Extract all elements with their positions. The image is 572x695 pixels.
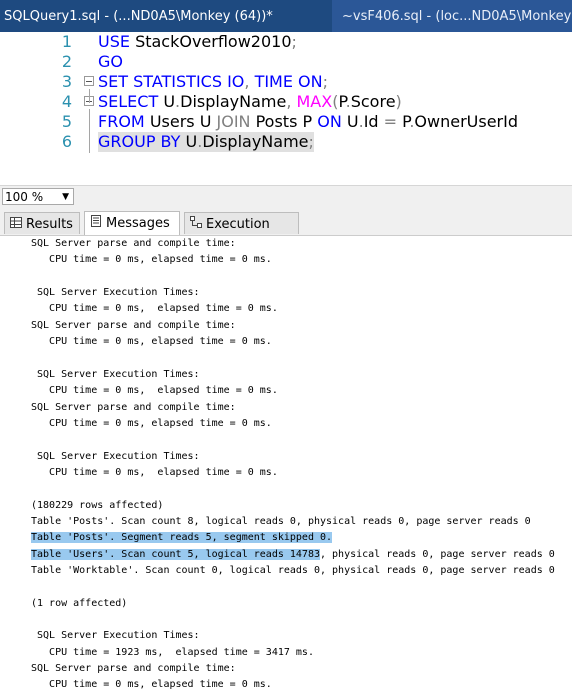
message-text: , physical reads 0, page server reads 0 xyxy=(319,548,555,560)
chevron-down-icon: ▼ xyxy=(62,192,69,202)
message-line: CPU time = 0 ms, elapsed time = 0 ms. xyxy=(31,254,272,266)
tab-messages[interactable]: Messages xyxy=(84,211,180,235)
code-text: USE StackOverflow2010; xyxy=(98,32,297,52)
selected-text: Table 'Posts'. Segment reads 5, segment … xyxy=(31,532,333,544)
code-text: FROM Users U JOIN Posts P ON U.Id = P.Ow… xyxy=(98,112,518,132)
message-line: CPU time = 0 ms, elapsed time = 0 ms. xyxy=(31,679,272,691)
code-token: , xyxy=(244,72,255,91)
code-token: MAX xyxy=(296,92,333,111)
line-number: 3 xyxy=(61,72,72,91)
line-number: 2 xyxy=(61,52,72,71)
grid-icon xyxy=(9,213,23,235)
messages-icon xyxy=(89,212,103,234)
code-token: U xyxy=(346,112,359,131)
zoom-select[interactable]: 100 % ▼ xyxy=(2,188,74,205)
tab-execution-plan[interactable]: Execution plan xyxy=(184,212,299,254)
code-token: SET STATISTICS IO xyxy=(98,72,245,91)
code-token: U xyxy=(185,132,198,151)
code-token: , xyxy=(286,92,297,111)
message-line: Table 'Worktable'. Scan count 0, logical… xyxy=(31,565,555,576)
message-line: SQL Server Execution Times: xyxy=(31,287,200,299)
code-token: FROM xyxy=(98,112,150,131)
message-line: Table 'Users'. Scan count 5, logical rea… xyxy=(31,547,555,563)
message-line: SQL Server parse and compile time: xyxy=(31,663,242,675)
message-line: Table 'Posts'. Scan count 8, logical rea… xyxy=(31,515,531,527)
code-line[interactable]: 4 SELECT U.DisplayName, MAX(P.Score) xyxy=(0,92,572,112)
message-line: CPU time = 0 ms, elapsed time = 0 ms. xyxy=(31,336,272,348)
line-number: 5 xyxy=(61,112,72,131)
tab-vsf406[interactable]: ~vsF406.sql - (loc...ND0A5\Monkey xyxy=(328,0,572,32)
message-line: SQL Server parse and compile time: xyxy=(31,401,242,413)
code-token: ON xyxy=(317,112,347,131)
message-line: SQL Server Execution Times: xyxy=(31,450,200,462)
zoom-bar: 100 % ▼ xyxy=(0,185,572,208)
line-number: 4 xyxy=(61,92,72,111)
code-token: TIME ON xyxy=(254,72,323,91)
tab-results-label: Results xyxy=(26,217,73,232)
code-token: StackOverflow2010 xyxy=(135,32,292,51)
message-line: CPU time = 0 ms, elapsed time = 0 ms. xyxy=(31,385,278,397)
message-line: Table 'Posts'. Segment reads 5, segment … xyxy=(31,530,333,546)
code-token: JOIN xyxy=(216,112,256,131)
line-number: 1 xyxy=(61,32,72,51)
code-token: DisplayName xyxy=(202,132,309,151)
code-token: GROUP BY xyxy=(98,132,186,151)
code-token: U xyxy=(163,92,176,111)
tab-sqlquery1[interactable]: SQLQuery1.sql - (...ND0A5\Monkey (64))* xyxy=(0,0,332,32)
message-line: SQL Server parse and compile time: xyxy=(31,238,242,249)
message-line: (1 row affected) xyxy=(31,597,128,609)
outline-guide xyxy=(89,89,90,103)
code-line[interactable]: 2 GO xyxy=(0,52,572,72)
selected-text: Table 'Users'. Scan count 5, logical rea… xyxy=(31,548,320,560)
code-text: SET STATISTICS IO, TIME ON; xyxy=(98,72,328,92)
message-line: SQL Server Execution Times: xyxy=(31,630,200,642)
message-line: SQL Server parse and compile time: xyxy=(31,319,242,331)
tab-messages-label: Messages xyxy=(106,216,170,231)
code-token: DisplayName xyxy=(180,92,287,111)
zoom-value: 100 % xyxy=(5,190,44,204)
code-line[interactable]: 1 USE StackOverflow2010; xyxy=(0,32,572,52)
messages-pane[interactable]: SQL Server parse and compile time: CPU t… xyxy=(0,236,572,695)
code-token: ; xyxy=(291,32,297,51)
result-tabs: Results Messages Execution plan xyxy=(0,208,572,254)
message-line: CPU time = 1923 ms, elapsed time = 3417 … xyxy=(31,646,314,658)
code-token: USE xyxy=(98,32,136,51)
code-token: Id xyxy=(363,112,384,131)
code-token: Posts P xyxy=(255,112,318,131)
query-editor[interactable]: 1 USE StackOverflow2010; 2 GO 3 SET STATISTIC… xyxy=(0,32,572,185)
code-line[interactable]: 3 SET STATISTICS IO, TIME ON; xyxy=(0,72,572,92)
collapse-icon[interactable] xyxy=(84,76,94,86)
code-token: Score xyxy=(350,92,396,111)
code-token: SELECT xyxy=(98,92,164,111)
message-line: (180229 rows affected) xyxy=(31,499,164,511)
code-token: ) xyxy=(395,92,402,111)
execution-plan-icon xyxy=(189,213,203,235)
code-token: GO xyxy=(98,52,123,71)
message-line: CPU time = 0 ms, elapsed time = 0 ms. xyxy=(31,466,278,478)
message-line: SQL Server Execution Times: xyxy=(31,368,200,380)
code-token: Users U xyxy=(149,112,217,131)
code-token: OwnerUserId xyxy=(414,112,519,131)
code-token: ; xyxy=(308,132,314,151)
document-tab-strip: SQLQuery1.sql - (...ND0A5\Monkey (64))* … xyxy=(0,0,572,32)
line-number: 6 xyxy=(61,132,72,151)
code-text: GO xyxy=(98,52,123,72)
code-token: P xyxy=(338,92,346,111)
code-text: GROUP BY U.DisplayName; xyxy=(98,132,314,152)
outline-guide xyxy=(89,109,90,153)
tab-results[interactable]: Results xyxy=(4,212,80,234)
message-line: CPU time = 0 ms, elapsed time = 0 ms. xyxy=(31,303,278,315)
message-line: CPU time = 0 ms, elapsed time = 0 ms. xyxy=(31,417,272,429)
code-token: ; xyxy=(322,72,329,91)
code-token: = xyxy=(383,112,403,131)
code-text: SELECT U.DisplayName, MAX(P.Score) xyxy=(98,92,402,112)
code-line[interactable]: 5 FROM Users U JOIN Posts P ON U.Id = P.O… xyxy=(0,112,572,132)
code-line[interactable]: 6 GROUP BY U.DisplayName; xyxy=(0,132,572,152)
